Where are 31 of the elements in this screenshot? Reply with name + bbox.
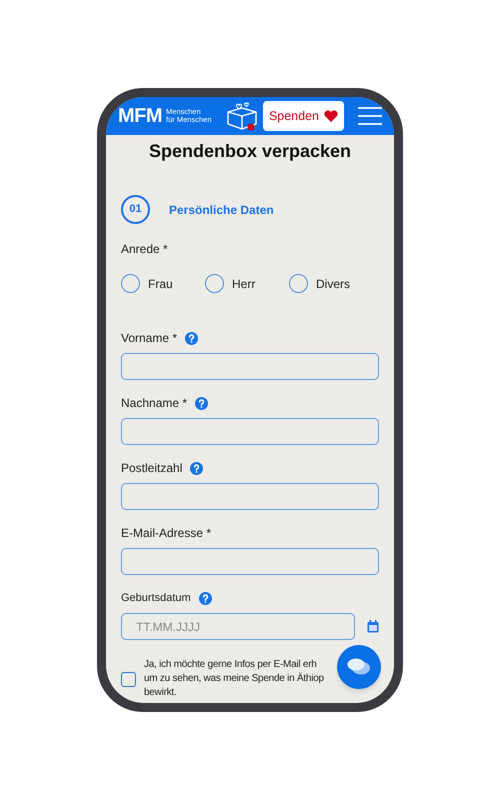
gift-box-icon [224, 100, 259, 132]
text-field[interactable] [121, 548, 379, 575]
text-field[interactable] [121, 418, 379, 445]
step-number: 01 [121, 195, 150, 224]
text-field[interactable] [121, 483, 379, 510]
field-label: Geburtsdatum [121, 590, 191, 606]
chat-button[interactable] [337, 645, 381, 689]
text-field[interactable] [121, 353, 379, 380]
radio-option[interactable]: Frau [121, 274, 205, 293]
menu-icon[interactable] [358, 106, 382, 126]
help-icon[interactable] [185, 332, 198, 344]
help-icon[interactable] [195, 396, 208, 410]
chat-bubbles-icon [347, 657, 371, 677]
field-label: Anrede * [121, 241, 169, 257]
calendar-icon[interactable] [367, 620, 379, 633]
field-label: Postleitzahl [121, 460, 182, 477]
radio-option[interactable]: Divers [289, 274, 373, 293]
logo-mark[interactable]: MFM [118, 106, 162, 126]
page-title: Spendenbox verpacken [148, 140, 352, 162]
field-label: E-Mail-Adresse * [121, 525, 212, 542]
radio-option[interactable]: Herr [205, 274, 289, 293]
step-label: Persönliche Daten [169, 202, 274, 218]
donate-button[interactable]: Spenden [262, 101, 344, 131]
newsletter-consent-text: Ja, ich möchte gerne Infos per E-Mail erh um zu sehen, was meine Spende in Äthiop bewirkt. [144, 658, 324, 700]
help-icon[interactable] [190, 462, 204, 474]
field-label: Vorname * [121, 330, 178, 347]
help-icon[interactable] [198, 592, 212, 604]
date-field[interactable]: TT.MM.JJJJ [121, 613, 355, 640]
field-label: Nachname * [121, 395, 188, 412]
newsletter-checkbox[interactable] [121, 672, 136, 686]
heart-icon [324, 110, 338, 122]
